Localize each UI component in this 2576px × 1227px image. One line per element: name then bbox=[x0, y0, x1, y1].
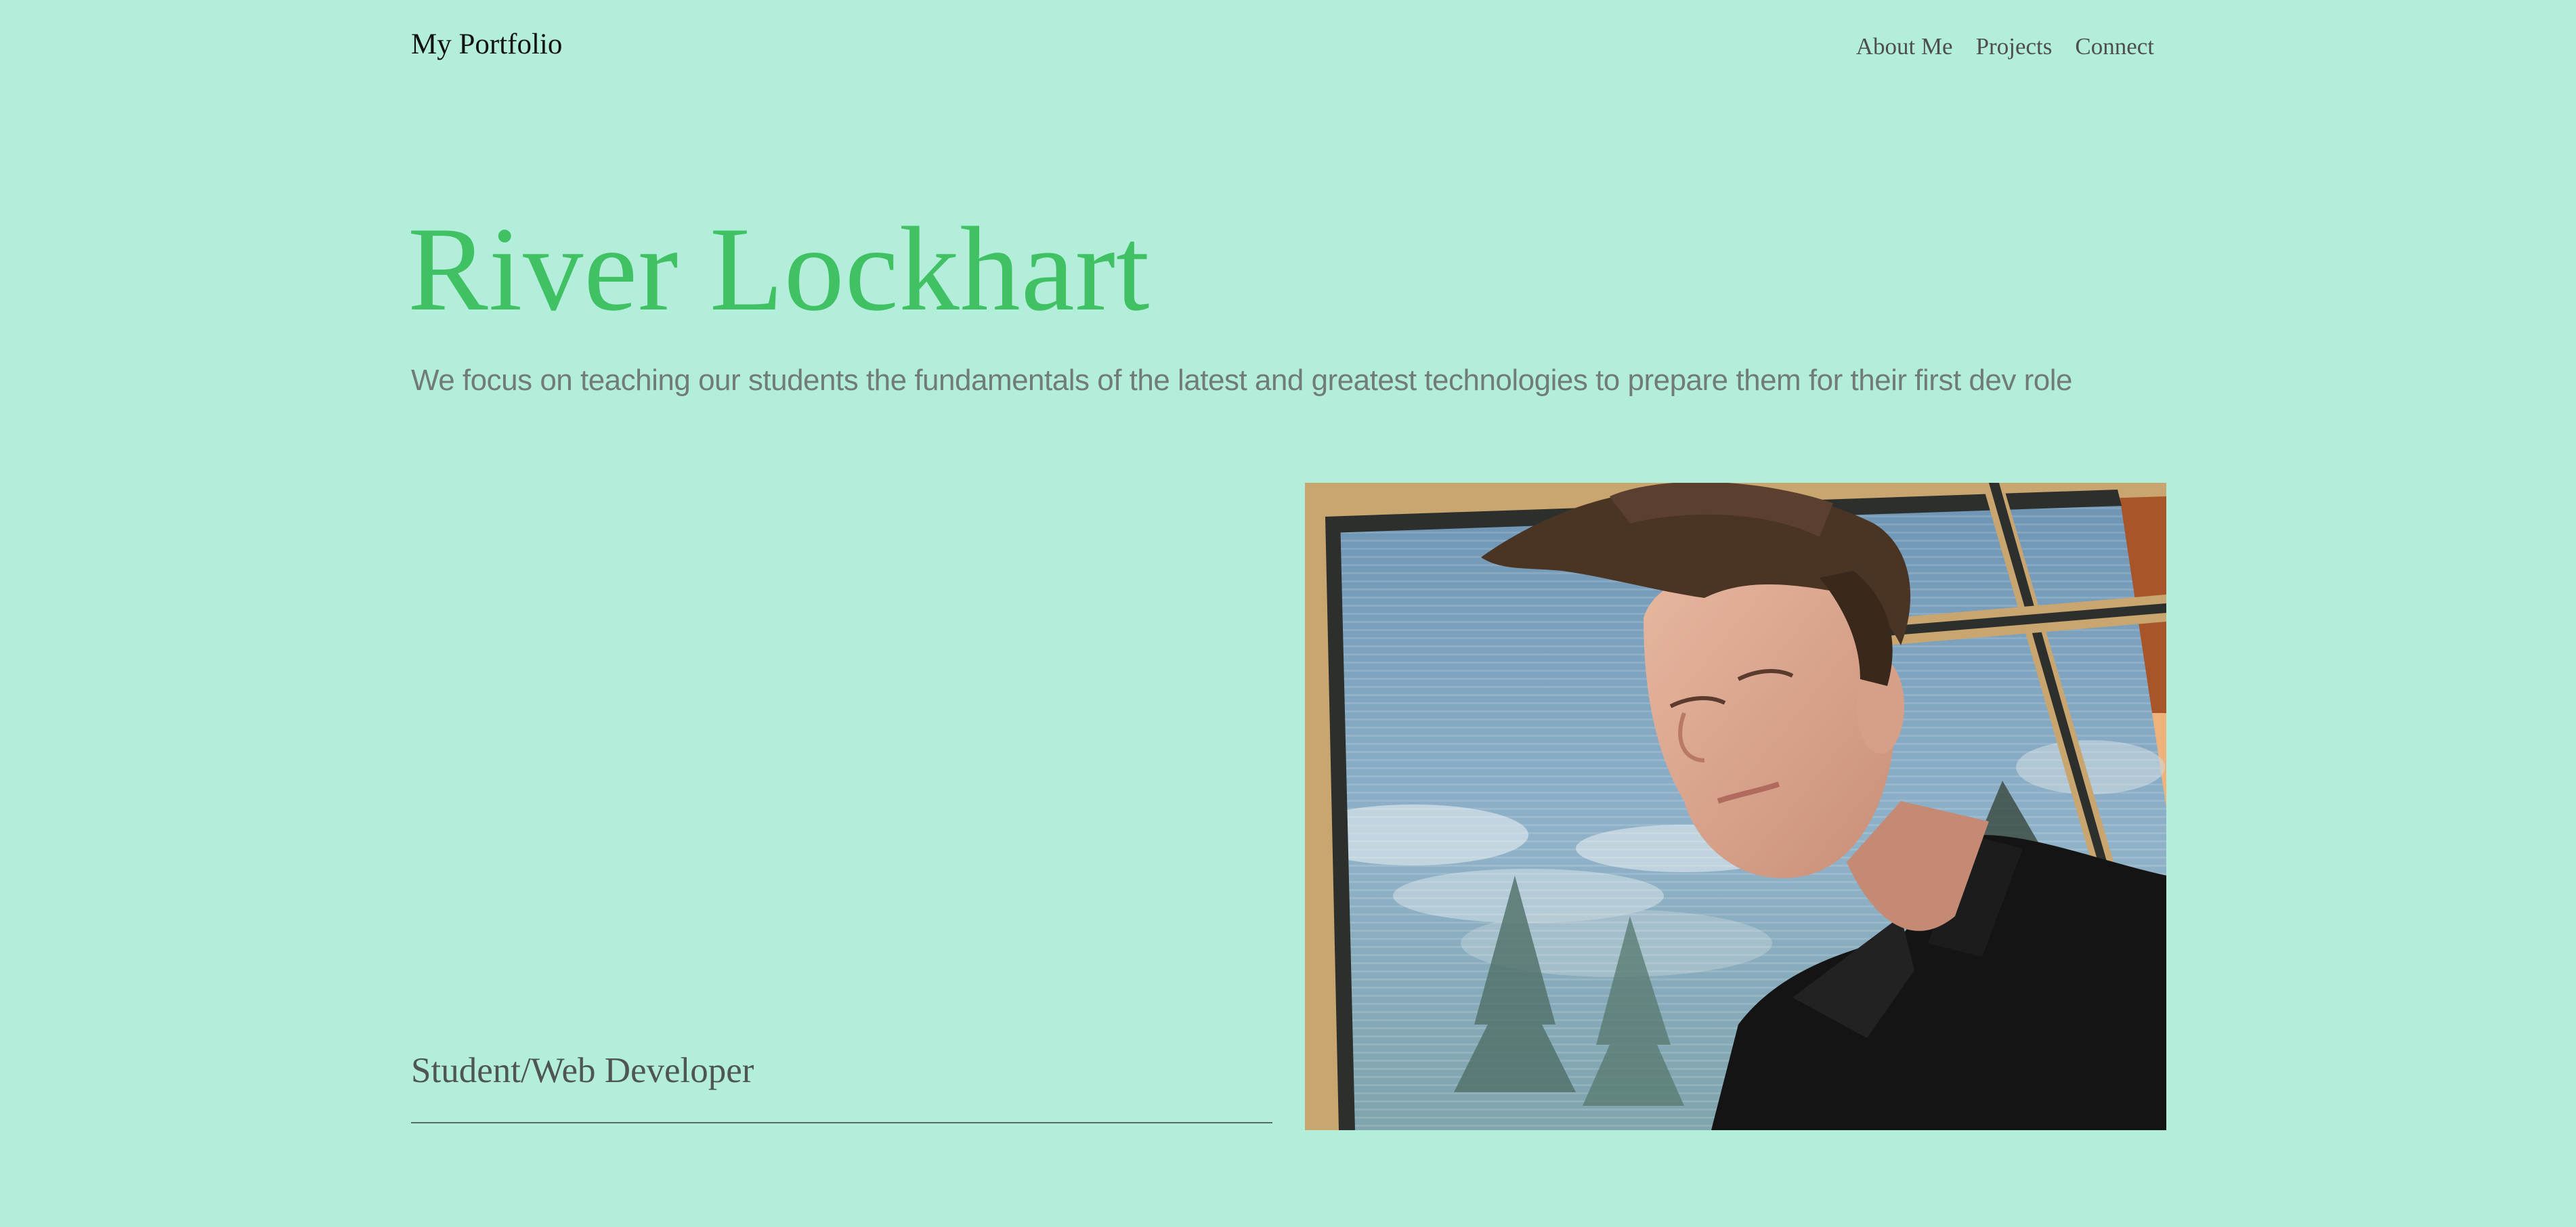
role-divider bbox=[411, 1122, 1272, 1123]
brand-logo-link[interactable]: My Portfolio bbox=[411, 27, 562, 62]
nav-link-connect[interactable]: Connect bbox=[2075, 33, 2154, 61]
profile-photo bbox=[1305, 483, 2166, 1130]
hero-name-heading: River Lockhart bbox=[408, 202, 1151, 336]
role-title: Student/Web Developer bbox=[411, 1051, 754, 1090]
nav-link-projects[interactable]: Projects bbox=[1976, 33, 2053, 61]
nav-link-about-me[interactable]: About Me bbox=[1856, 33, 1953, 61]
top-navigation: About Me Projects Connect bbox=[1856, 33, 2154, 61]
hero-tagline: We focus on teaching our students the fu… bbox=[411, 364, 2072, 397]
